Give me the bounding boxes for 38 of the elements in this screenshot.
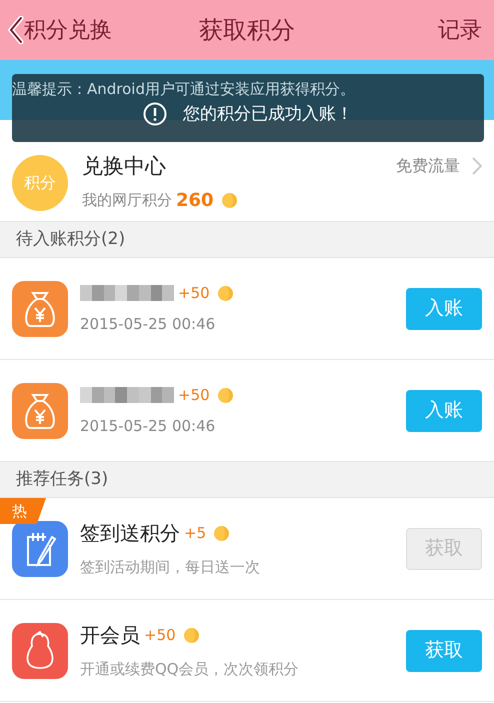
coin-icon xyxy=(218,388,233,403)
money-bag-icon xyxy=(12,280,68,336)
alert-icon xyxy=(143,102,167,126)
toast-message: 您的积分已成功入账！ xyxy=(183,103,353,125)
reward-value: +50 xyxy=(178,283,210,304)
reward-value: +5 xyxy=(184,523,206,544)
coin-icon xyxy=(222,192,237,208)
credit-button[interactable]: 入账 xyxy=(406,390,482,432)
section-title: 推荐任务(3) xyxy=(16,468,108,491)
points-badge: 积分 xyxy=(12,154,68,210)
section-title: 待入账积分(2) xyxy=(16,228,126,251)
coin-icon xyxy=(214,526,230,541)
task-description: 开通或续费QQ会员，次次领积分 xyxy=(80,659,299,680)
coin-icon xyxy=(184,628,199,643)
tip-text: 温馨提示：Android用户可通过安装应用获得积分。 xyxy=(12,80,355,98)
reward-value: +50 xyxy=(144,625,176,646)
penguin-icon xyxy=(12,622,68,678)
records-button[interactable]: 记录 xyxy=(438,14,486,46)
money-bag-icon xyxy=(12,382,68,438)
back-icon xyxy=(8,16,24,44)
points-label: 我的网厅积分 xyxy=(82,190,172,211)
task-description: 签到活动期间，每日送一次 xyxy=(80,557,260,578)
reward-value: +50 xyxy=(178,385,210,406)
hot-tag: 热 xyxy=(0,498,46,524)
task-name: 开会员 xyxy=(80,622,140,650)
page-title: 获取积分 xyxy=(199,15,295,46)
points-value: 260 xyxy=(176,188,214,213)
coin-icon xyxy=(218,286,233,301)
notepad-pencil-icon xyxy=(12,520,68,576)
exchange-title: 兑换中心 xyxy=(82,153,167,180)
chevron-icon xyxy=(472,157,482,175)
get-button[interactable]: 获取 xyxy=(406,630,482,672)
back-button[interactable]: 积分兑换 xyxy=(8,14,112,46)
timestamp: 2015-05-25 00:46 xyxy=(80,314,216,334)
free-data-link[interactable]: 免费流量 xyxy=(396,154,482,178)
timestamp: 2015-05-25 00:46 xyxy=(80,416,216,436)
task-name: 签到送积分 xyxy=(80,520,180,548)
credit-button[interactable]: 入账 xyxy=(406,288,482,330)
